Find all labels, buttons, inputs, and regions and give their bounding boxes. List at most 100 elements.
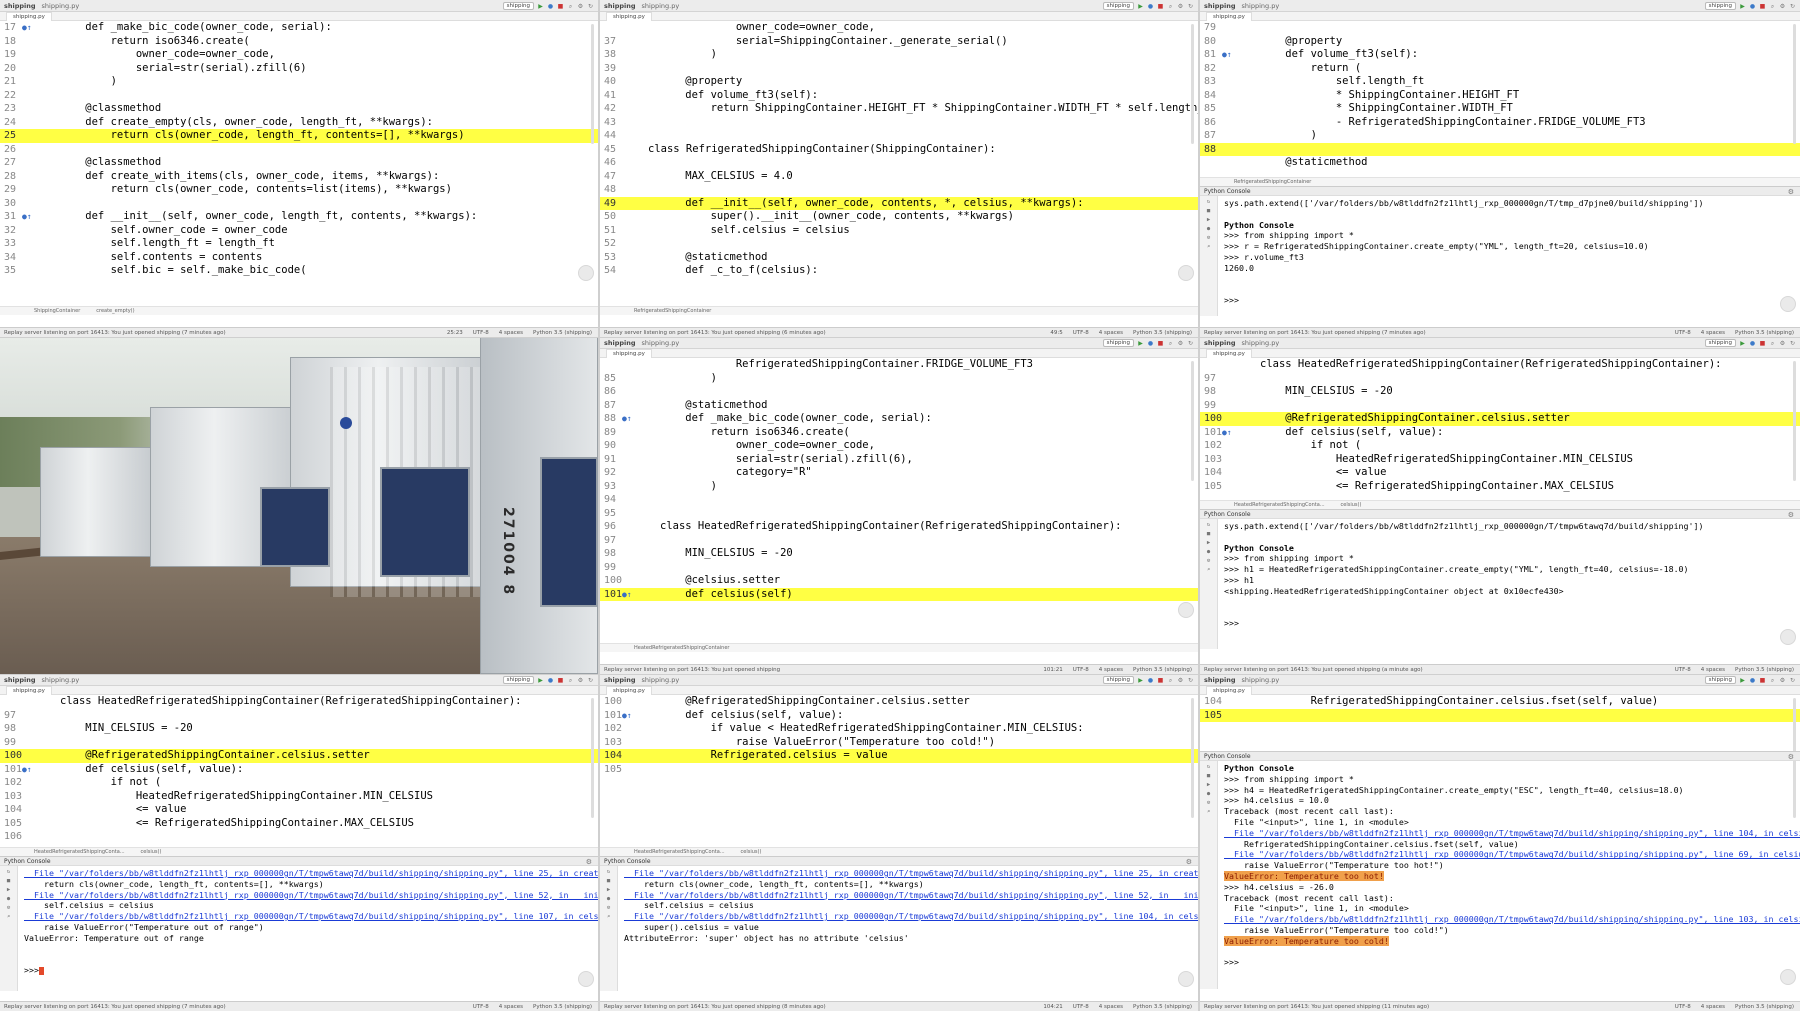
run-icon[interactable]: ▶ bbox=[1137, 340, 1144, 347]
console-scroll-button[interactable] bbox=[578, 971, 594, 987]
scroll-button[interactable] bbox=[1178, 602, 1194, 618]
override-marker-icon[interactable]: ●↑ bbox=[22, 210, 32, 224]
debug-icon[interactable]: ● bbox=[1206, 549, 1212, 555]
debug-icon[interactable]: ● bbox=[1147, 3, 1154, 10]
run-icon[interactable]: ▶ bbox=[537, 3, 544, 10]
project-name[interactable]: shipping bbox=[1204, 339, 1236, 347]
breadcrumb-item[interactable]: celsius() bbox=[741, 849, 762, 855]
gear-icon[interactable]: ⚙ bbox=[1779, 3, 1786, 10]
rerun-icon[interactable]: ↻ bbox=[1206, 199, 1212, 205]
code-editor[interactable]: 17 ●↑ def _make_bic_code(owner_code, seri… bbox=[0, 21, 598, 306]
editor-scrollbar[interactable] bbox=[1191, 361, 1194, 481]
console-scroll-button[interactable] bbox=[1780, 969, 1796, 985]
interpreter-name[interactable]: Python 3.5 (shipping) bbox=[1735, 1004, 1794, 1010]
debug-icon[interactable]: ● bbox=[1206, 791, 1212, 797]
search-icon[interactable]: ⌕ bbox=[1769, 3, 1776, 10]
gear-icon[interactable]: ⚙ bbox=[1177, 340, 1184, 347]
rerun-icon[interactable]: ↻ bbox=[1206, 522, 1212, 528]
stop-icon[interactable]: ■ bbox=[1157, 677, 1164, 684]
indent-setting[interactable]: 4 spaces bbox=[499, 1004, 523, 1010]
search-icon[interactable]: ⌕ bbox=[1769, 340, 1776, 347]
run-icon[interactable]: ▶ bbox=[1739, 3, 1746, 10]
run-config-select[interactable]: shipping bbox=[1102, 676, 1134, 684]
rerun-icon[interactable]: ↻ bbox=[1789, 677, 1796, 684]
python-console[interactable]: ↻ ■ ▶ ● ⚙ ⌕ sys.path.extend(['/var/folders/bb/… bbox=[1200, 519, 1800, 649]
breadcrumb-item[interactable]: HeatedRefrigeratedShippingConta... bbox=[1234, 502, 1325, 508]
run-icon[interactable]: ▶ bbox=[606, 887, 612, 893]
interpreter-name[interactable]: Python 3.5 (shipping) bbox=[1133, 667, 1192, 673]
search-icon[interactable]: ⌕ bbox=[1769, 677, 1776, 684]
debug-icon[interactable]: ● bbox=[1749, 340, 1756, 347]
python-console[interactable]: ↻ ■ ▶ ● ⚙ ⌕ sys.path.extend(['/var/folders/bb/… bbox=[1200, 196, 1800, 316]
encoding[interactable]: UTF-8 bbox=[473, 330, 489, 336]
stop-icon[interactable]: ■ bbox=[1206, 773, 1212, 779]
stop-icon[interactable]: ■ bbox=[6, 878, 12, 884]
override-marker-icon[interactable]: ●↑ bbox=[622, 588, 632, 602]
interpreter-name[interactable]: Python 3.5 (shipping) bbox=[533, 1004, 592, 1010]
code-editor[interactable]: class HeatedRefrigeratedShippingContaine… bbox=[1200, 358, 1800, 500]
code-editor[interactable]: class HeatedRefrigeratedShippingContaine… bbox=[0, 695, 598, 847]
search-icon[interactable]: ⌕ bbox=[1206, 809, 1212, 815]
stop-icon[interactable]: ■ bbox=[557, 677, 564, 684]
file-crumb[interactable]: shipping.py bbox=[642, 339, 680, 347]
code-editor[interactable]: 79 80 @property 81 ●↑ def volume_ft3(self):… bbox=[1200, 21, 1800, 177]
stop-icon[interactable]: ■ bbox=[1759, 340, 1766, 347]
editor-scrollbar[interactable] bbox=[1793, 24, 1796, 144]
stop-icon[interactable]: ■ bbox=[1157, 3, 1164, 10]
run-icon[interactable]: ▶ bbox=[1739, 340, 1746, 347]
indent-setting[interactable]: 4 spaces bbox=[1099, 1004, 1123, 1010]
run-icon[interactable]: ▶ bbox=[1206, 540, 1212, 546]
interpreter-name[interactable]: Python 3.5 (shipping) bbox=[1735, 330, 1794, 336]
gear-icon[interactable]: ⚙ bbox=[1206, 558, 1212, 564]
editor-tab[interactable]: shipping.py bbox=[1206, 686, 1252, 695]
run-config-select[interactable]: shipping bbox=[1102, 2, 1134, 10]
run-config-select[interactable]: shipping bbox=[1704, 339, 1736, 347]
search-icon[interactable]: ⌕ bbox=[1206, 244, 1212, 250]
editor-scrollbar[interactable] bbox=[591, 698, 594, 818]
gear-icon[interactable]: ⚙ bbox=[1177, 677, 1184, 684]
traceback-link[interactable]: File "/var/folders/bb/w8tlddfn2fz1lhtlj_… bbox=[1224, 849, 1800, 859]
project-name[interactable]: shipping bbox=[604, 2, 636, 10]
editor-tab[interactable]: shipping.py bbox=[606, 686, 652, 695]
indent-setting[interactable]: 4 spaces bbox=[499, 330, 523, 336]
stop-icon[interactable]: ■ bbox=[606, 878, 612, 884]
override-marker-icon[interactable]: ●↑ bbox=[22, 21, 32, 35]
breadcrumb-item[interactable]: celsius() bbox=[141, 849, 162, 855]
traceback-link[interactable]: File "/var/folders/bb/w8tlddfn2fz1lhtlj_… bbox=[1224, 828, 1800, 838]
rerun-icon[interactable]: ↻ bbox=[1187, 677, 1194, 684]
run-icon[interactable]: ▶ bbox=[1206, 217, 1212, 223]
editor-tab[interactable]: shipping.py bbox=[6, 12, 52, 21]
encoding[interactable]: UTF-8 bbox=[1675, 667, 1691, 673]
file-crumb[interactable]: shipping.py bbox=[1242, 676, 1280, 684]
debug-icon[interactable]: ● bbox=[1749, 3, 1756, 10]
traceback-link[interactable]: File "/var/folders/bb/w8tlddfn2fz1lhtlj_… bbox=[624, 911, 1198, 921]
breadcrumb-item[interactable]: create_empty() bbox=[96, 308, 134, 314]
project-name[interactable]: shipping bbox=[604, 676, 636, 684]
code-editor[interactable]: RefrigeratedShippingContainer.FRIDGE_VOL… bbox=[600, 358, 1198, 643]
search-icon[interactable]: ⌕ bbox=[1167, 3, 1174, 10]
gear-icon[interactable]: ⚙ bbox=[577, 3, 584, 10]
editor-tab[interactable]: shipping.py bbox=[606, 349, 652, 358]
breadcrumb-item[interactable]: RefrigeratedShippingContainer bbox=[634, 308, 711, 314]
gear-icon[interactable]: ⚙ bbox=[6, 905, 12, 911]
encoding[interactable]: UTF-8 bbox=[1073, 330, 1089, 336]
breadcrumb-item[interactable]: ShippingContainer bbox=[34, 308, 80, 314]
python-console[interactable]: ↻ ■ ▶ ● ⚙ ⌕ File "/var/folders/bb/w8tlddfn2fz… bbox=[600, 866, 1198, 991]
search-icon[interactable]: ⌕ bbox=[6, 914, 12, 920]
gear-icon[interactable]: ⚙ bbox=[1779, 677, 1786, 684]
editor-scrollbar[interactable] bbox=[1793, 361, 1796, 481]
gear-icon[interactable]: ⚙ bbox=[1779, 340, 1786, 347]
indent-setting[interactable]: 4 spaces bbox=[1099, 667, 1123, 673]
run-icon[interactable]: ▶ bbox=[6, 887, 12, 893]
run-icon[interactable]: ▶ bbox=[1739, 677, 1746, 684]
traceback-link[interactable]: File "/var/folders/bb/w8tlddfn2fz1lhtlj_… bbox=[24, 890, 598, 900]
code-editor[interactable]: owner_code=owner_code, 37 serial=Shipping… bbox=[600, 21, 1198, 306]
gear-icon[interactable]: ⚙ bbox=[1206, 235, 1212, 241]
editor-scrollbar[interactable] bbox=[1191, 698, 1194, 818]
search-icon[interactable]: ⌕ bbox=[567, 677, 574, 684]
file-crumb[interactable]: shipping.py bbox=[1242, 2, 1280, 10]
project-name[interactable]: shipping bbox=[1204, 676, 1236, 684]
editor-tab[interactable]: shipping.py bbox=[606, 12, 652, 21]
encoding[interactable]: UTF-8 bbox=[1675, 330, 1691, 336]
run-config-select[interactable]: shipping bbox=[1704, 676, 1736, 684]
